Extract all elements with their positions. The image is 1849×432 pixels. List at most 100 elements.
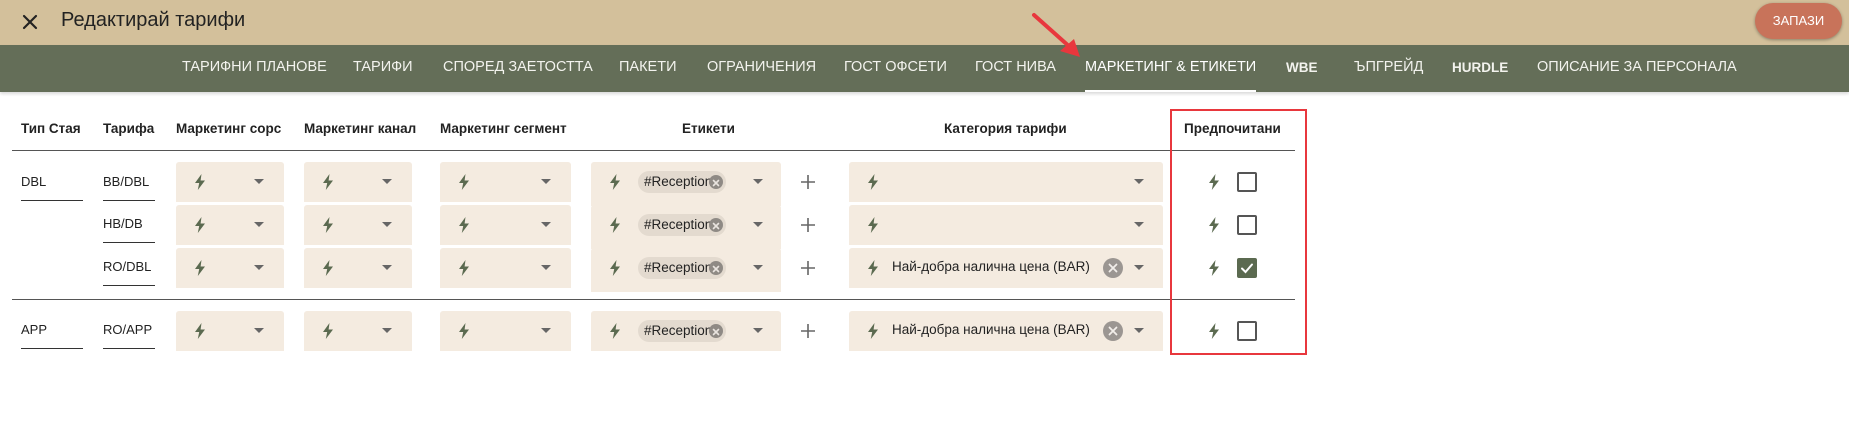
tag-chip-label: #Reception — [644, 323, 713, 338]
rate-category-value: Най-добра налична цена (BAR) — [892, 259, 1090, 274]
rate-label: HB/DB — [103, 216, 143, 231]
chevron-down-icon[interactable] — [541, 179, 551, 184]
tab-by-occupancy[interactable]: СПОРЕД ЗАЕТОСТТА — [443, 45, 593, 92]
chevron-down-icon[interactable] — [541, 328, 551, 333]
tag-chip[interactable]: #Reception — [638, 214, 726, 236]
chevron-down-icon[interactable] — [1134, 179, 1144, 184]
tags-select[interactable]: #Reception — [591, 162, 781, 206]
tab-upgrade[interactable]: ЪПГРЕЙД — [1354, 45, 1423, 92]
plus-icon[interactable] — [799, 173, 817, 191]
chevron-down-icon[interactable] — [254, 265, 264, 270]
tag-chip-label: #Reception — [644, 260, 713, 275]
lightning-bolt-icon — [322, 323, 334, 339]
header-marketing-channel: Маркетинг канал — [304, 121, 417, 136]
lightning-bolt-icon — [458, 323, 470, 339]
marketing-segment-select[interactable] — [440, 162, 571, 202]
marketing-channel-select[interactable] — [304, 205, 412, 245]
tab-hurdle[interactable]: HURDLE — [1452, 45, 1508, 92]
marketing-source-select[interactable] — [176, 162, 284, 202]
tab-staff-description[interactable]: ОПИСАНИЕ ЗА ПЕРСОНАЛА — [1537, 45, 1737, 92]
cancel-circle-icon[interactable] — [1103, 321, 1123, 341]
marketing-source-select[interactable] — [176, 205, 284, 245]
tags-select[interactable]: #Reception — [591, 205, 781, 249]
cancel-circle-icon[interactable] — [709, 218, 723, 232]
header-marketing-source: Маркетинг сорс — [176, 121, 282, 136]
lightning-bolt-icon — [609, 323, 621, 339]
chevron-down-icon[interactable] — [541, 222, 551, 227]
tag-chip[interactable]: #Reception — [638, 171, 726, 193]
marketing-source-select[interactable] — [176, 311, 284, 351]
lightning-bolt-icon — [194, 174, 206, 190]
preferred-highlight-box — [1170, 109, 1307, 355]
tag-chip-label: #Reception — [644, 217, 713, 232]
chevron-down-icon[interactable] — [382, 265, 392, 270]
lightning-bolt-icon — [194, 217, 206, 233]
marketing-channel-select[interactable] — [304, 162, 412, 202]
tab-guest-offsets[interactable]: ГОСТ ОФСЕТИ — [844, 45, 947, 92]
marketing-channel-select[interactable] — [304, 248, 412, 288]
cancel-circle-icon[interactable] — [1103, 258, 1123, 278]
tab-guest-levels[interactable]: ГОСТ НИВА — [975, 45, 1056, 92]
tag-chip[interactable]: #Reception — [638, 257, 726, 279]
rate-category-select[interactable]: Най-добра налична цена (BAR) — [849, 311, 1163, 351]
tab-marketing-tags[interactable]: МАРКЕТИНГ & ЕТИКЕТИ — [1085, 45, 1257, 92]
chevron-down-icon[interactable] — [753, 265, 763, 270]
header-marketing-segment: Маркетинг сегмент — [440, 121, 567, 136]
cancel-circle-icon[interactable] — [709, 324, 723, 338]
chevron-down-icon[interactable] — [382, 222, 392, 227]
chevron-down-icon[interactable] — [1134, 328, 1144, 333]
chevron-down-icon[interactable] — [753, 179, 763, 184]
tab-wbe[interactable]: WBE — [1286, 45, 1318, 92]
rate-label: RO/APP — [103, 322, 153, 337]
rate-underline — [103, 285, 155, 286]
chevron-down-icon[interactable] — [382, 328, 392, 333]
room-type-app: APP — [21, 322, 48, 337]
lightning-bolt-icon — [609, 260, 621, 276]
lightning-bolt-icon — [867, 217, 879, 233]
marketing-channel-select[interactable] — [304, 311, 412, 351]
plus-icon[interactable] — [799, 322, 817, 340]
rate-underline — [103, 242, 155, 243]
rate-underline — [103, 200, 155, 201]
marketing-source-select[interactable] — [176, 248, 284, 288]
rate-label: BB/DBL — [103, 174, 150, 189]
tab-rate-plans[interactable]: ТАРИФНИ ПЛАНОВЕ — [182, 45, 327, 92]
plus-icon[interactable] — [799, 259, 817, 277]
rate-category-value: Най-добра налична цена (BAR) — [892, 322, 1090, 337]
plus-icon[interactable] — [799, 216, 817, 234]
lightning-bolt-icon — [609, 217, 621, 233]
tab-rates[interactable]: ТАРИФИ — [353, 45, 413, 92]
close-icon[interactable] — [18, 10, 42, 34]
chevron-down-icon[interactable] — [1134, 222, 1144, 227]
tab-restrictions[interactable]: ОГРАНИЧЕНИЯ — [707, 45, 816, 92]
lightning-bolt-icon — [194, 260, 206, 276]
tag-chip[interactable]: #Reception — [638, 320, 726, 342]
chevron-down-icon[interactable] — [254, 222, 264, 227]
rate-category-select[interactable]: Най-добра налична цена (BAR) — [849, 248, 1163, 288]
marketing-segment-select[interactable] — [440, 311, 571, 351]
tab-packages[interactable]: ПАКЕТИ — [619, 45, 677, 92]
rate-category-select[interactable] — [849, 162, 1163, 202]
cancel-circle-icon[interactable] — [709, 261, 723, 275]
chevron-down-icon[interactable] — [254, 328, 264, 333]
lightning-bolt-icon — [458, 174, 470, 190]
header-rate-category: Категория тарифи — [944, 121, 1067, 136]
chevron-down-icon[interactable] — [382, 179, 392, 184]
marketing-segment-select[interactable] — [440, 248, 571, 288]
lightning-bolt-icon — [867, 260, 879, 276]
chevron-down-icon[interactable] — [753, 328, 763, 333]
rate-category-select[interactable] — [849, 205, 1163, 245]
marketing-segment-select[interactable] — [440, 205, 571, 245]
tags-select[interactable]: #Reception — [591, 311, 781, 351]
header-tags: Етикети — [682, 121, 735, 136]
group-divider — [12, 299, 1295, 300]
room-type-underline — [21, 348, 83, 349]
tags-select[interactable]: #Reception — [591, 248, 781, 292]
chevron-down-icon[interactable] — [254, 179, 264, 184]
chevron-down-icon[interactable] — [753, 222, 763, 227]
lightning-bolt-icon — [458, 260, 470, 276]
chevron-down-icon[interactable] — [1134, 265, 1144, 270]
save-button[interactable]: ЗАПАЗИ — [1755, 3, 1842, 39]
cancel-circle-icon[interactable] — [709, 175, 723, 189]
chevron-down-icon[interactable] — [541, 265, 551, 270]
